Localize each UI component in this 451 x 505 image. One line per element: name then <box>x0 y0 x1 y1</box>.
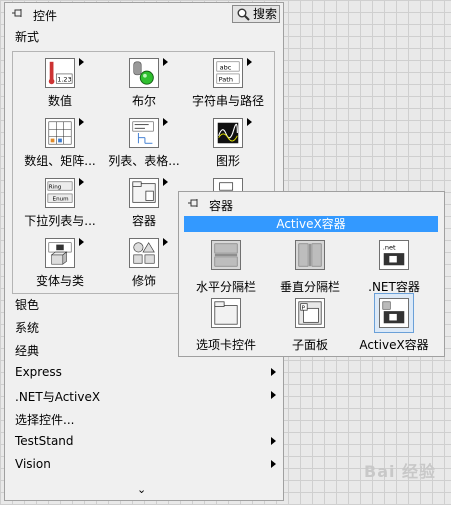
hover-description-bar: ActiveX容器 <box>184 216 438 232</box>
activex-container-icon <box>379 298 409 328</box>
menu-item-net-activex[interactable]: .NET与ActiveX <box>15 388 100 405</box>
palette-header: 控件 搜索 <box>5 3 283 25</box>
subpanel-icon: P <box>295 298 325 328</box>
menu-item-silver[interactable]: 银色 <box>15 296 39 313</box>
submenu-item-tab-control[interactable]: 选项卡控件 <box>183 298 269 358</box>
submenu-item-net-container[interactable]: .net .NET容器 <box>351 240 437 300</box>
submenu-arrow-icon <box>247 118 252 126</box>
palette-item-label: 数值 <box>47 94 72 108</box>
submenu-arrow-icon <box>163 58 168 66</box>
submenu-item-label: 子面板 <box>291 338 328 352</box>
submenu-arrow-icon <box>79 238 84 246</box>
svg-text:1.23: 1.23 <box>57 75 72 83</box>
submenu-arrow-icon <box>163 118 168 126</box>
palette-item-label: 下拉列表与... <box>24 214 96 228</box>
submenu-item-label: 选项卡控件 <box>195 338 256 352</box>
submenu-arrow-icon <box>271 391 276 399</box>
submenu-item-label: ActiveX容器 <box>359 338 429 352</box>
tab-control-icon <box>211 298 241 328</box>
palette-title: 控件 <box>33 9 58 23</box>
palette-item-label: 变体与类 <box>35 274 84 288</box>
submenu-arrow-icon <box>79 178 84 186</box>
variant-class-icon <box>45 238 75 268</box>
palette-item-label: 布尔 <box>131 94 156 108</box>
horizontal-splitter-icon <box>211 240 241 270</box>
watermark: Bai 经验 <box>364 462 437 481</box>
menu-item-teststand[interactable]: TestStand <box>15 434 74 448</box>
palette-item-variant-class[interactable]: 变体与类 <box>17 234 103 294</box>
pin-icon[interactable] <box>11 8 25 20</box>
more-chevron-icon[interactable]: ⌄ <box>137 483 146 496</box>
palette-item-array-matrix[interactable]: 数组、矩阵... <box>17 114 103 174</box>
list-table-icon <box>129 118 159 148</box>
palette-item-label: 数组、矩阵... <box>24 154 96 168</box>
ring-enum-icon: Ring Enum <box>45 178 75 208</box>
net-container-icon: .net <box>379 240 409 270</box>
submenu-arrow-icon <box>271 460 276 468</box>
palette-item-decorations[interactable]: 修饰 <box>101 234 187 294</box>
palette-item-label: 列表、表格... <box>108 154 180 168</box>
containers-submenu: 容器 ActiveX容器 水平分隔栏 垂直分隔栏 .net .NET容器 选项卡… <box>178 191 445 357</box>
menu-item-classic[interactable]: 经典 <box>15 342 39 359</box>
svg-text:Ring: Ring <box>49 184 62 190</box>
submenu-arrow-icon <box>163 238 168 246</box>
graph-icon <box>213 118 243 148</box>
submenu-item-label: 垂直分隔栏 <box>279 280 340 294</box>
menu-item-vision[interactable]: Vision <box>15 457 51 471</box>
menu-item-select-control[interactable]: 选择控件... <box>15 411 74 428</box>
array-matrix-icon <box>45 118 75 148</box>
section-modern[interactable]: 新式 <box>15 28 39 45</box>
palette-item-label: 修饰 <box>131 274 156 288</box>
palette-item-label: 图形 <box>215 154 240 168</box>
containers-icon <box>129 178 159 208</box>
palette-item-boolean[interactable]: 布尔 <box>101 54 187 114</box>
submenu-item-subpanel[interactable]: P 子面板 <box>267 298 353 358</box>
palette-item-label: 容器 <box>131 214 156 228</box>
svg-text:abc: abc <box>220 63 232 71</box>
palette-item-graph[interactable]: 图形 <box>185 114 271 174</box>
menu-item-system[interactable]: 系统 <box>15 319 39 336</box>
palette-item-ring-enum[interactable]: Ring Enum 下拉列表与... <box>17 174 103 234</box>
palette-item-string-path[interactable]: abc Path 字符串与路径 <box>185 54 271 114</box>
vertical-splitter-icon <box>295 240 325 270</box>
submenu-item-vertical-splitter[interactable]: 垂直分隔栏 <box>267 240 353 300</box>
submenu-item-label: 水平分隔栏 <box>195 280 256 294</box>
svg-text:Path: Path <box>219 75 233 83</box>
search-label: 搜索 <box>253 7 278 21</box>
search-icon <box>237 8 250 21</box>
palette-item-containers[interactable]: 容器 <box>101 174 187 234</box>
palette-item-label: 字符串与路径 <box>191 94 264 108</box>
pin-icon[interactable] <box>187 198 201 210</box>
svg-text:Enum: Enum <box>53 196 69 202</box>
submenu-item-horizontal-splitter[interactable]: 水平分隔栏 <box>183 240 269 300</box>
submenu-arrow-icon <box>247 58 252 66</box>
submenu-arrow-icon <box>79 58 84 66</box>
menu-item-express[interactable]: Express <box>15 365 62 379</box>
decorations-icon <box>129 238 159 268</box>
search-button[interactable]: 搜索 <box>232 5 280 23</box>
string-path-icon: abc Path <box>213 58 243 88</box>
submenu-title: 容器 <box>209 199 234 213</box>
submenu-arrow-icon <box>163 178 168 186</box>
palette-item-numeric[interactable]: 1.23 数值 <box>17 54 103 114</box>
net-icon-text: .net <box>383 243 396 251</box>
submenu-arrow-icon <box>79 118 84 126</box>
submenu-arrow-icon <box>271 368 276 376</box>
palette-item-list-table[interactable]: 列表、表格... <box>101 114 187 174</box>
submenu-item-activex-container[interactable]: ActiveX容器 <box>351 293 437 358</box>
numeric-icon: 1.23 <box>45 58 75 88</box>
boolean-icon <box>129 58 159 88</box>
submenu-arrow-icon <box>271 437 276 445</box>
